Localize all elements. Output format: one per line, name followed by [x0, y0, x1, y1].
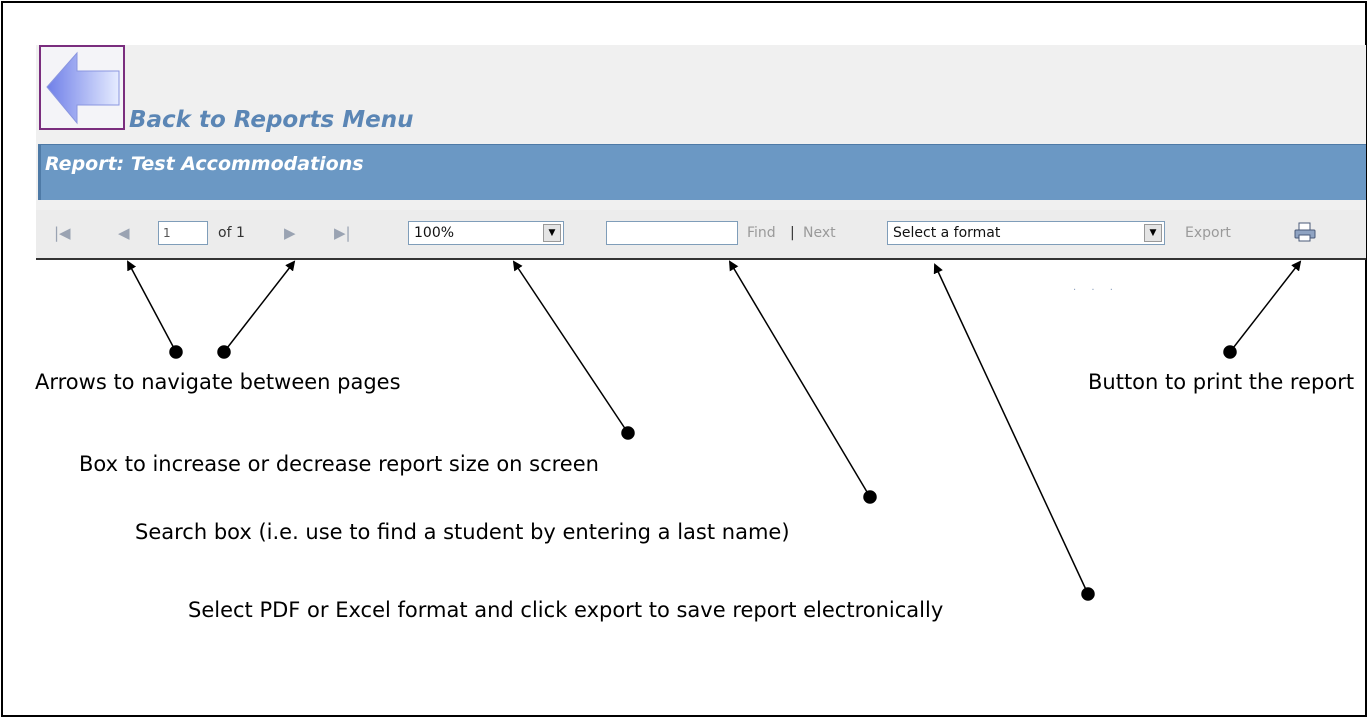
arrow-search	[728, 260, 871, 498]
arrow-next-page	[223, 260, 296, 353]
arrow-dot	[621, 426, 635, 440]
arrow-zoom	[512, 260, 629, 434]
annotation-zoom: Box to increase or decrease report size …	[79, 452, 599, 476]
arrow-print	[1229, 260, 1302, 353]
arrow-dot	[1223, 345, 1237, 359]
annotation-export: Select PDF or Excel format and click exp…	[188, 598, 944, 622]
arrow-dot	[863, 490, 877, 504]
arrow-dot	[1081, 587, 1095, 601]
arrow-export	[933, 263, 1089, 595]
annotation-navigate: Arrows to navigate between pages	[35, 370, 401, 394]
arrow-dot	[169, 345, 183, 359]
arrow-prev-page	[127, 260, 177, 353]
annotation-print: Button to print the report	[1088, 370, 1355, 394]
arrow-dot	[217, 345, 231, 359]
annotation-search: Search box (i.e. use to find a student b…	[135, 520, 790, 544]
